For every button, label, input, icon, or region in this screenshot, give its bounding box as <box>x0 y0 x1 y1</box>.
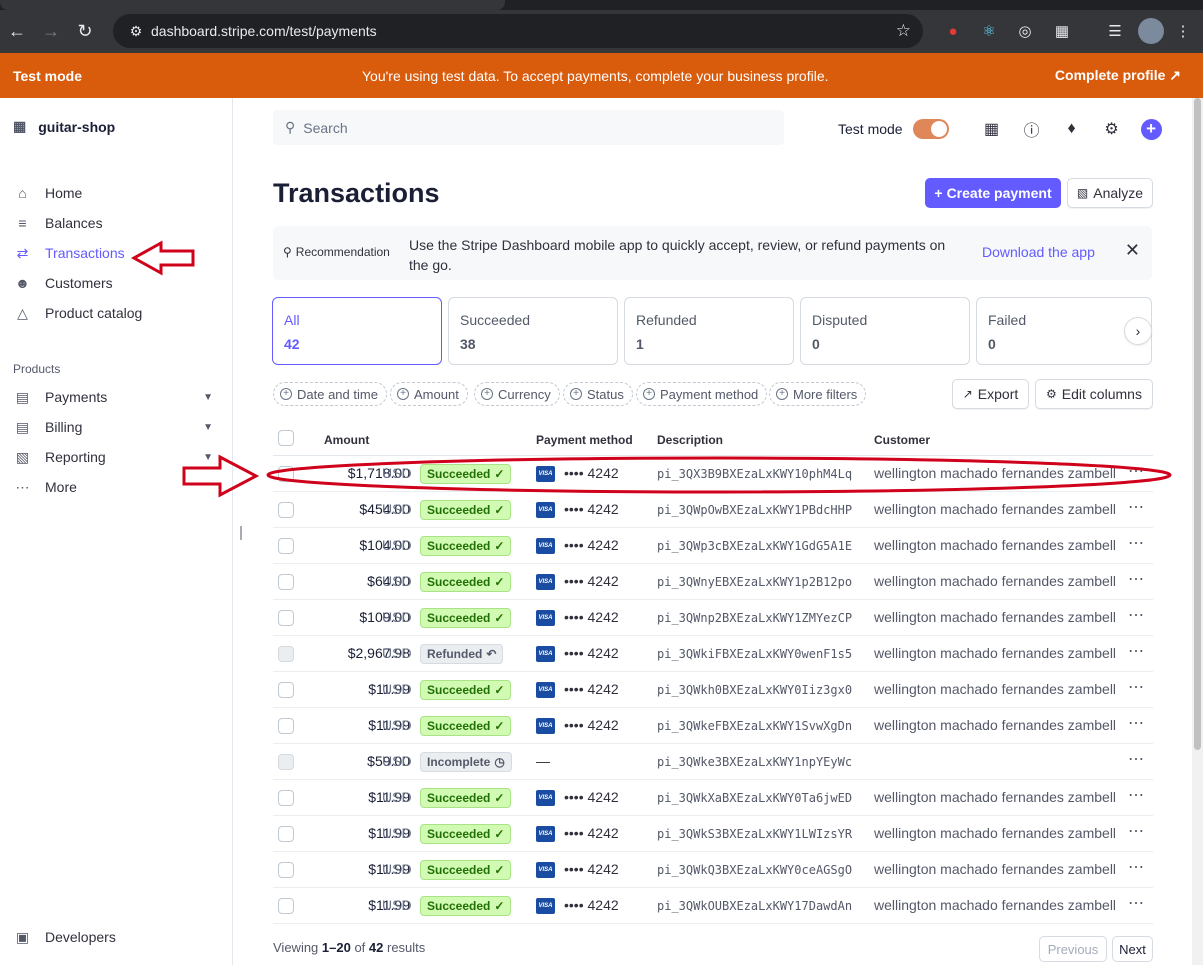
page-scrollbar[interactable] <box>1192 98 1203 965</box>
annotation-overlay <box>130 240 1172 540</box>
annotation-arrow-right <box>182 454 260 498</box>
annotation-ellipse <box>266 456 1172 494</box>
scrollbar-thumb[interactable] <box>1194 98 1201 750</box>
annotation-arrow-left <box>130 240 195 276</box>
